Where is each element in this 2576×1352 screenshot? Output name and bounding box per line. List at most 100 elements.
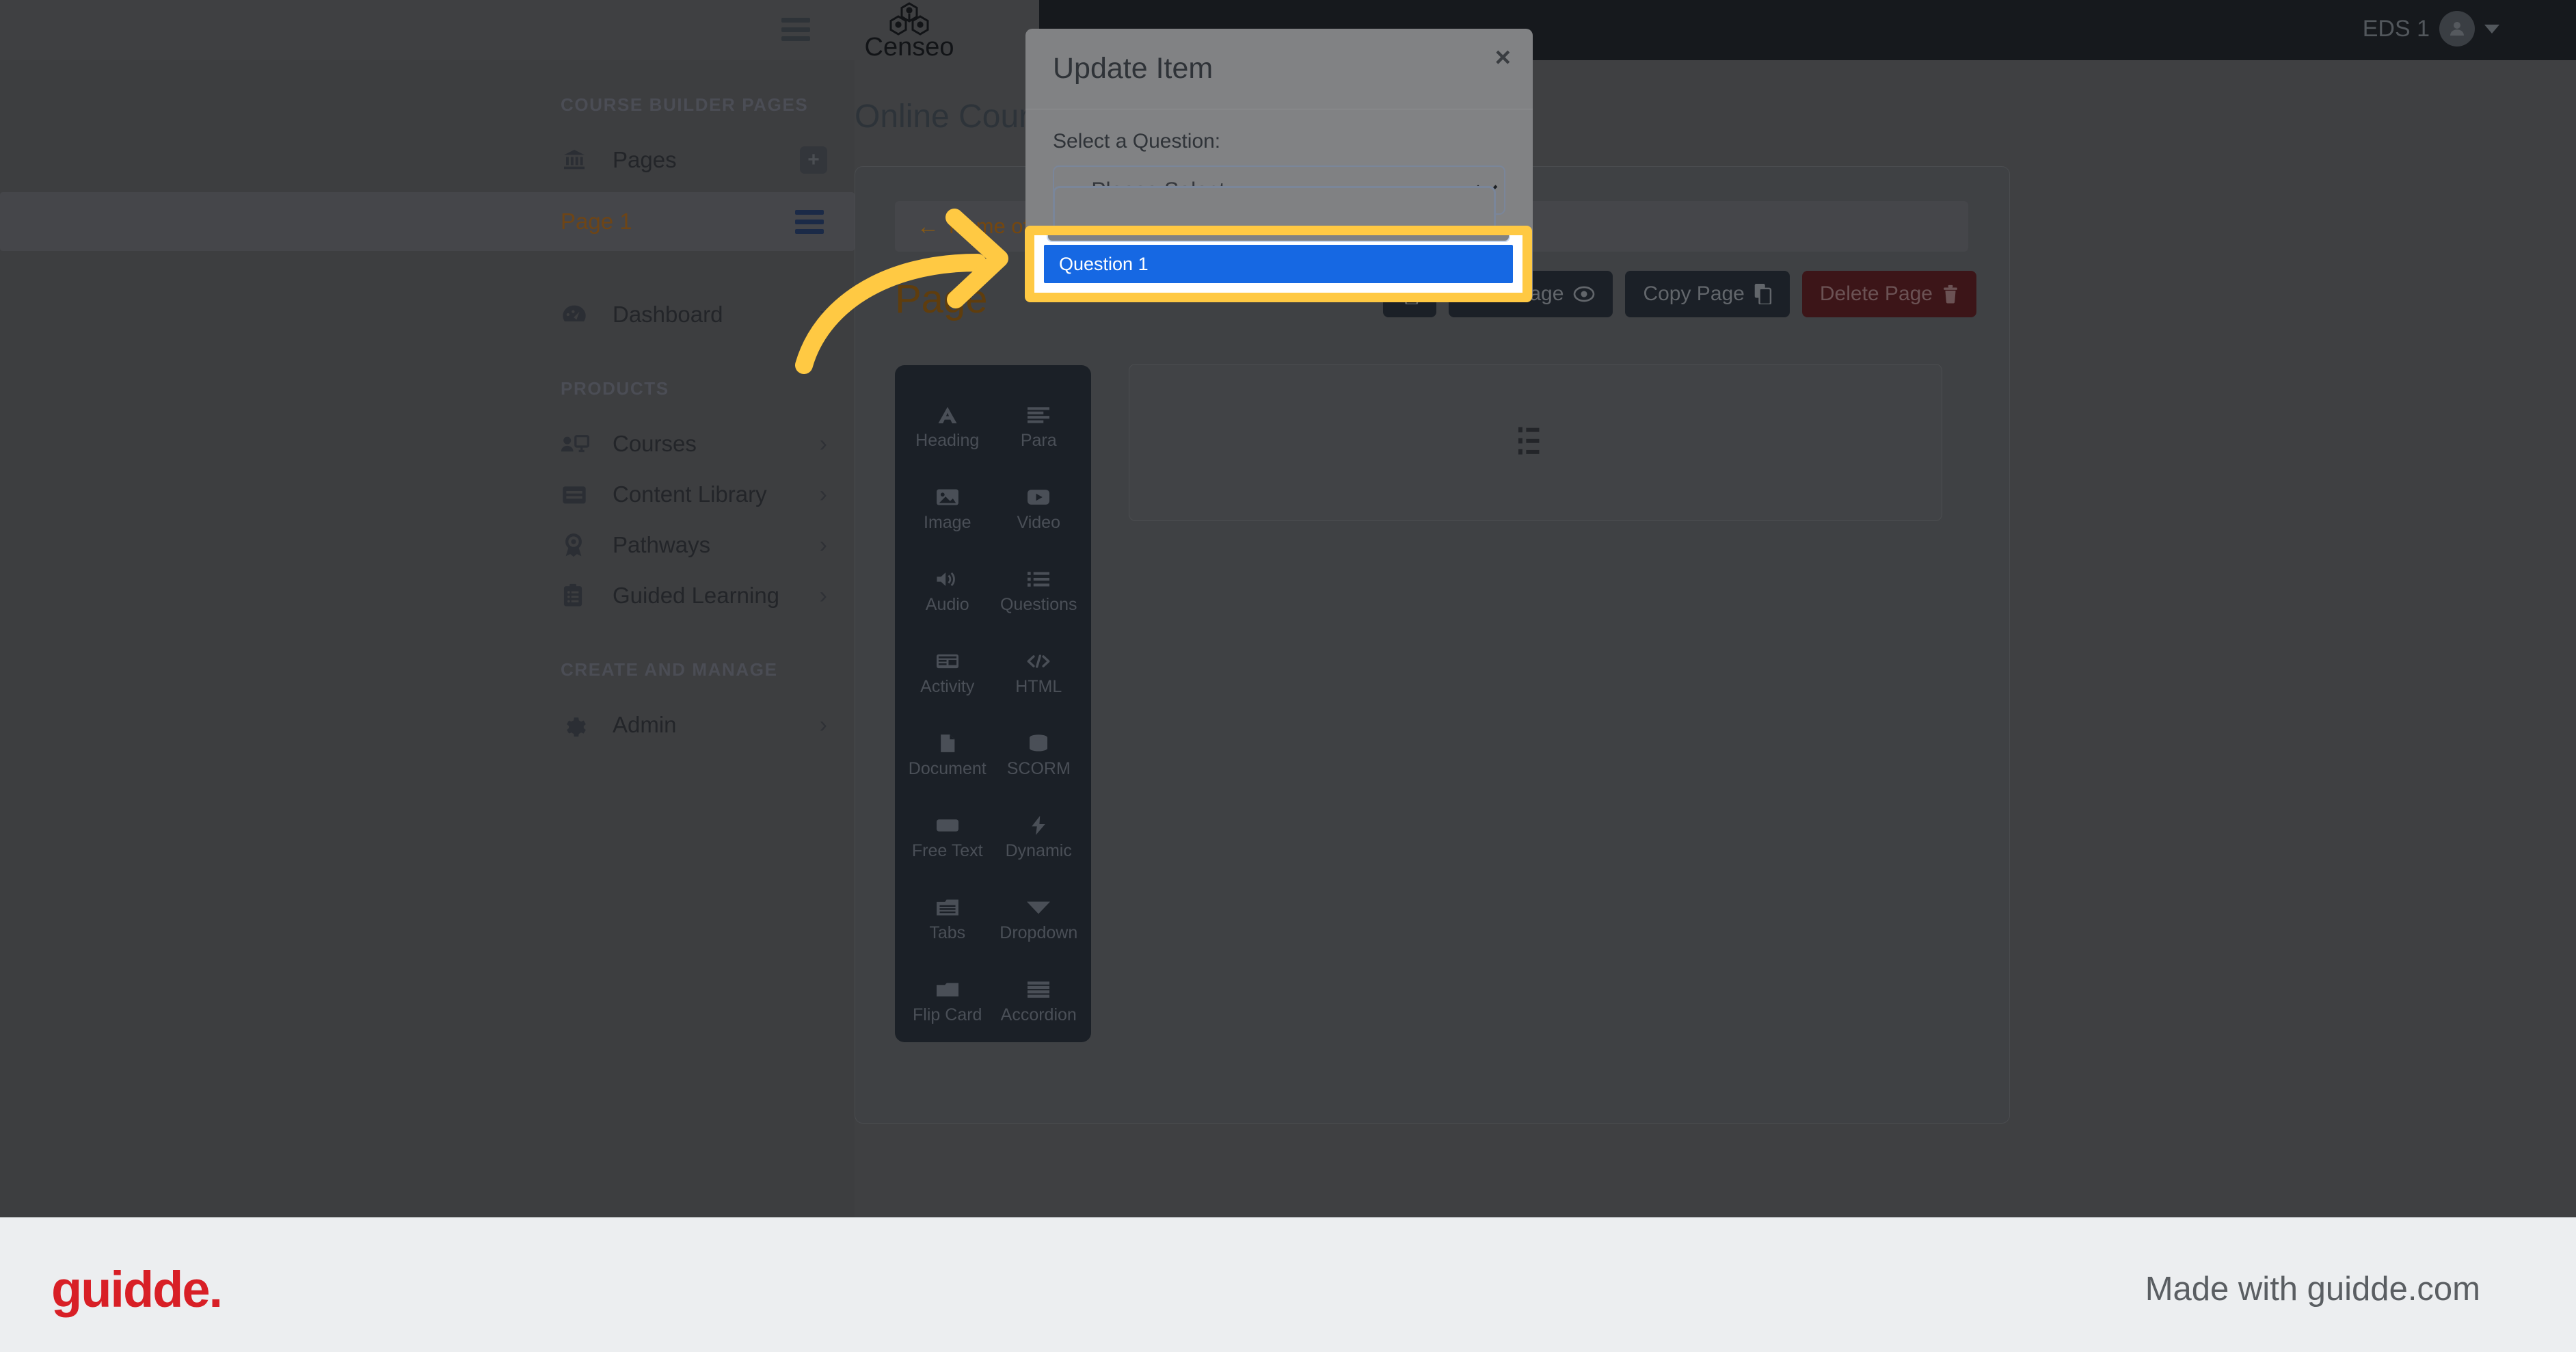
- palette-item-para[interactable]: Para: [993, 386, 1085, 468]
- palette-item-label: Accordion: [1000, 1005, 1077, 1024]
- free-text-icon: [936, 814, 958, 837]
- list-placeholder-icon: [1518, 426, 1553, 460]
- courses-icon: [561, 432, 600, 455]
- palette-item-label: Document: [908, 758, 987, 778]
- palette-item-tabs[interactable]: Tabs: [902, 878, 993, 960]
- paragraph-lines-icon: [1028, 403, 1050, 427]
- palette-item-html[interactable]: HTML: [993, 632, 1085, 714]
- sidebar-section-create-and-manage: CREATE AND MANAGE: [561, 659, 778, 680]
- palette-item-document[interactable]: Document: [902, 714, 993, 796]
- palette-item-image[interactable]: Image: [902, 468, 993, 550]
- copy-page-button[interactable]: Copy Page: [1625, 271, 1790, 317]
- hamburger-icon[interactable]: [781, 18, 810, 41]
- option-list-bottom-edge: [1047, 235, 1510, 242]
- sidebar-item-dashboard[interactable]: Dashboard ›: [0, 289, 855, 340]
- palette-item-label: SCORM: [1006, 758, 1071, 778]
- dropdown-triangle-icon: [1027, 896, 1051, 919]
- guidde-footer: guidde. Made with guidde.com: [0, 1217, 2576, 1352]
- palette-item-free-text[interactable]: Free Text: [902, 796, 993, 878]
- sidebar-item-page-1[interactable]: Page 1: [0, 192, 855, 251]
- palette-item-label: Dropdown: [999, 923, 1078, 942]
- palette-item-label: Audio: [925, 594, 969, 614]
- chevron-right-icon: ›: [819, 712, 827, 738]
- content-drop-area[interactable]: [1129, 364, 1942, 521]
- bolt-icon: [1030, 814, 1047, 837]
- sidebar-item-courses[interactable]: Courses ›: [0, 419, 855, 469]
- palette-item-questions[interactable]: Questions: [993, 550, 1085, 632]
- sidebar-item-pathways[interactable]: Pathways ›: [0, 520, 855, 570]
- caret-down-icon[interactable]: [2484, 24, 2499, 34]
- tabs-icon: [936, 896, 958, 919]
- accordion-lines-icon: [1028, 978, 1050, 1001]
- sidebar-section-course-builder-pages: COURSE BUILDER PAGES: [561, 94, 809, 115]
- palette-item-accordion[interactable]: Accordion: [993, 960, 1085, 1042]
- brand-logo[interactable]: Censeo: [848, 1, 971, 60]
- content-block-palette: Heading Para Image Video Audio Questions…: [895, 365, 1091, 1042]
- select-question-label: Select a Question:: [1053, 130, 1221, 153]
- close-icon[interactable]: ×: [1495, 44, 1511, 71]
- molecule-hexagon-logo: [889, 2, 929, 36]
- drag-handle-icon[interactable]: [795, 209, 824, 234]
- chevron-right-icon: ›: [819, 431, 827, 457]
- option-item-question-1[interactable]: Question 1: [1044, 245, 1513, 283]
- sidebar-item-label: Courses: [613, 431, 697, 456]
- palette-item-video[interactable]: Video: [993, 468, 1085, 550]
- modal-header: Update Item ×: [1025, 29, 1533, 109]
- palette-item-label: Image: [924, 512, 971, 532]
- palette-item-label: Video: [1017, 512, 1061, 532]
- palette-item-scorm[interactable]: SCORM: [993, 714, 1085, 796]
- eye-icon: [1573, 285, 1595, 303]
- palette-item-label: Questions: [999, 594, 1077, 614]
- page-title: Page: [895, 277, 988, 321]
- user-menu[interactable]: EDS 1: [2363, 11, 2499, 47]
- bank-icon: [561, 148, 600, 172]
- avatar: [2439, 11, 2475, 47]
- guidde-logo: guidde.: [51, 1261, 223, 1318]
- content-card: ← Name of your c Page View Page: [855, 166, 2010, 1124]
- palette-item-dynamic[interactable]: Dynamic: [993, 796, 1085, 878]
- palette-item-label: Dynamic: [1005, 840, 1072, 860]
- application-window: Censeo EDS 1 COURSE BUILDER PAGES Pages …: [0, 0, 2576, 1217]
- dashboard-gauge-icon: [561, 303, 600, 326]
- chevron-right-icon: ›: [819, 583, 827, 609]
- palette-item-label: Activity: [920, 676, 975, 696]
- copy-icon: [1754, 284, 1772, 304]
- delete-page-button[interactable]: Delete Page: [1801, 271, 1976, 317]
- gear-icon: [561, 712, 600, 738]
- sidebar-item-guided-learning[interactable]: Guided Learning ›: [0, 570, 855, 621]
- heading-a-icon: [937, 403, 958, 427]
- palette-item-dropdown[interactable]: Dropdown: [993, 878, 1085, 960]
- chevron-right-icon: ›: [819, 532, 827, 558]
- guided-learning-clipboard-icon: [561, 583, 600, 608]
- copy-page-label: Copy Page: [1643, 282, 1745, 305]
- palette-item-label: Flip Card: [913, 1005, 982, 1024]
- palette-item-label: HTML: [1015, 676, 1062, 696]
- palette-item-label: Tabs: [929, 923, 966, 942]
- database-icon: [1028, 732, 1049, 755]
- pathways-award-icon: [561, 533, 600, 557]
- sidebar-item-label: Pages: [613, 147, 677, 172]
- palette-item-heading[interactable]: Heading: [902, 386, 993, 468]
- delete-page-label: Delete Page: [1819, 282, 1933, 305]
- sidebar-item-admin[interactable]: Admin ›: [0, 700, 855, 750]
- chevron-right-icon: ›: [819, 302, 827, 328]
- palette-item-label: Heading: [915, 430, 980, 450]
- activity-table-icon: [936, 650, 958, 673]
- sidebar-item-label: Content Library: [613, 481, 767, 507]
- sidebar-item-label: Page 1: [561, 209, 632, 234]
- modal-title: Update Item: [1053, 52, 1213, 85]
- sidebar-item-label: Guided Learning: [613, 583, 780, 608]
- palette-item-activity[interactable]: Activity: [902, 632, 993, 714]
- palette-item-label: Free Text: [911, 840, 983, 860]
- sidebar-section-products: PRODUCTS: [561, 378, 669, 399]
- user-name: EDS 1: [2362, 15, 2430, 42]
- sidebar-item-content-library[interactable]: Content Library ›: [0, 469, 855, 520]
- palette-item-label: Para: [1020, 430, 1057, 450]
- content-library-icon: [561, 483, 600, 506]
- plus-icon[interactable]: +: [800, 146, 827, 174]
- palette-item-audio[interactable]: Audio: [902, 550, 993, 632]
- code-icon: [1027, 650, 1050, 673]
- palette-item-flip-card[interactable]: Flip Card: [902, 960, 993, 1042]
- made-with-guidde-text: Made with guidde.com: [2145, 1271, 2480, 1308]
- sidebar-item-pages[interactable]: Pages +: [0, 135, 855, 185]
